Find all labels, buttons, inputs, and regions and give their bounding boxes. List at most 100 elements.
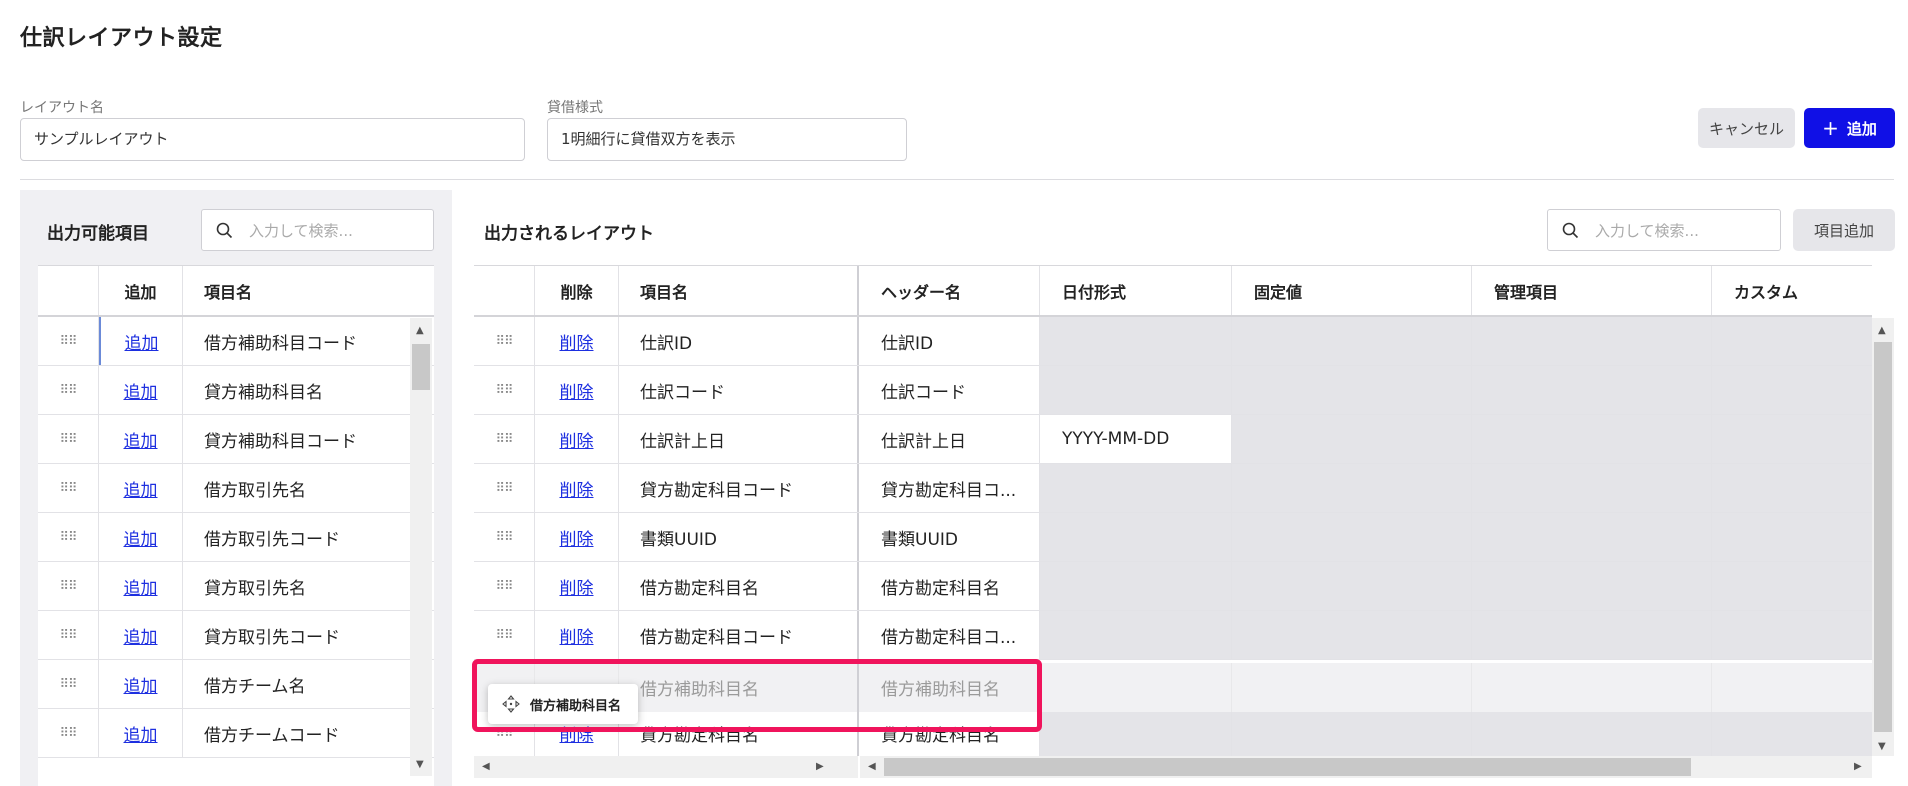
available-row[interactable]: ⠿⠿ 追加 貸方補助科目名 (38, 366, 434, 415)
drag-handle-icon[interactable]: ⠿⠿ (474, 415, 535, 463)
debit-credit-select[interactable]: 1明細行に貸借双方を表示 (547, 118, 907, 161)
delete-link[interactable]: 削除 (535, 366, 619, 414)
delete-link[interactable]: 削除 (535, 464, 619, 512)
date-format-cell[interactable] (1040, 464, 1232, 512)
output-row[interactable]: ⠿⠿ 削除 仕訳コード 仕訳コード (474, 366, 1872, 415)
available-row[interactable]: ⠿⠿ 追加 借方取引先名 (38, 464, 434, 513)
add-button[interactable]: + 追加 (1804, 108, 1895, 148)
add-link[interactable]: 追加 (99, 317, 183, 365)
output-scrollbar[interactable]: ▲ ▼ (1872, 318, 1894, 756)
output-search-input[interactable]: 入力して検索... (1547, 209, 1781, 251)
page-title: 仕訳レイアウト設定 (20, 26, 223, 51)
scroll-right-icon[interactable]: ▶ (816, 762, 824, 772)
output-item-name: 仕訳ID (619, 317, 859, 365)
scroll-left-icon[interactable]: ◀ (868, 762, 876, 772)
available-row[interactable]: ⠿⠿ 追加 借方補助科目コード (38, 317, 434, 366)
available-items-title: 出力可能項目 (47, 224, 149, 244)
available-item-name: 貸方補助科目名 (204, 382, 323, 403)
output-scrollbar-thumb[interactable] (1874, 342, 1892, 732)
available-table: 追加 項目名 ⠿⠿ 追加 借方補助科目コード ⠿⠿ 追加 貸方補助科目名 ⠿⠿ 追加 貸方補助科… (38, 265, 434, 786)
output-row[interactable]: ⠿⠿ 削除 書類UUID 書類UUID (474, 513, 1872, 562)
output-fixed-hscrollbar[interactable]: ◀ ▶ (474, 756, 858, 778)
drag-handle-icon[interactable]: ⠿⠿ (38, 562, 99, 610)
header-name-cell[interactable]: 借方勘定科目コ... (859, 611, 1040, 659)
output-row[interactable]: ⠿⠿ 削除 仕訳計上日 仕訳計上日 YYYY-MM-DD (474, 415, 1872, 464)
custom-cell (1712, 562, 1872, 610)
available-row[interactable]: ⠿⠿ 追加 貸方取引先名 (38, 562, 434, 611)
drag-handle-icon[interactable]: ⠿⠿ (38, 660, 99, 708)
header-name-cell[interactable]: 書類UUID (859, 513, 1040, 561)
add-link[interactable]: 追加 (99, 660, 183, 708)
custom-cell (1712, 464, 1872, 512)
output-row[interactable]: ⠿⠿ 削除 借方勘定科目コード 借方勘定科目コ... (474, 611, 1872, 660)
header-name-cell[interactable]: 仕訳ID (859, 317, 1040, 365)
available-row[interactable]: ⠿⠿ 追加 借方取引先コード (38, 513, 434, 562)
drag-handle-icon[interactable]: ⠿⠿ (38, 317, 99, 365)
date-format-cell[interactable] (1040, 513, 1232, 561)
drag-handle-icon[interactable]: ⠿⠿ (38, 709, 99, 757)
delete-link[interactable]: 削除 (535, 611, 619, 659)
add-item-button[interactable]: 項目追加 (1793, 209, 1895, 251)
delete-link[interactable]: 削除 (535, 513, 619, 561)
scroll-down-icon[interactable]: ▼ (1878, 742, 1886, 752)
drag-handle-icon[interactable]: ⠿⠿ (474, 317, 535, 365)
drag-handle-icon[interactable]: ⠿⠿ (474, 611, 535, 659)
drag-handle-icon[interactable]: ⠿⠿ (38, 464, 99, 512)
output-hscrollbar-thumb[interactable] (884, 758, 1691, 776)
header-name-cell[interactable]: 貸方勘定科目コ... (859, 464, 1040, 512)
drag-handle-icon[interactable]: ⠿⠿ (474, 562, 535, 610)
drag-handle-icon[interactable]: ⠿⠿ (38, 415, 99, 463)
available-row[interactable]: ⠿⠿ 追加 貸方補助科目コード (38, 415, 434, 464)
add-link[interactable]: 追加 (99, 513, 183, 561)
drag-handle-icon[interactable]: ⠿⠿ (474, 366, 535, 414)
drag-chip[interactable]: 借方補助科目名 (488, 684, 638, 724)
scroll-right-icon[interactable]: ▶ (1854, 762, 1862, 772)
available-scrollbar-thumb[interactable] (412, 344, 430, 390)
add-link[interactable]: 追加 (99, 366, 183, 414)
drag-handle-icon[interactable]: ⠿⠿ (474, 464, 535, 512)
date-format-cell[interactable] (1040, 562, 1232, 610)
drag-chip-label: 借方補助科目名 (530, 698, 622, 714)
header-name-cell[interactable]: 仕訳計上日 (859, 415, 1040, 463)
layout-name-input[interactable]: サンプルレイアウト (20, 118, 525, 161)
scroll-left-icon[interactable]: ◀ (482, 762, 490, 772)
delete-link[interactable]: 削除 (535, 562, 619, 610)
output-row[interactable]: ⠿⠿ 削除 貸方勘定科目コード 貸方勘定科目コ... (474, 464, 1872, 513)
fixed-value-cell (1232, 513, 1472, 561)
available-search-input[interactable]: 入力して検索... (201, 209, 434, 251)
drag-handle-icon[interactable]: ⠿⠿ (38, 513, 99, 561)
available-scrollbar[interactable]: ▲ ▼ (410, 318, 432, 776)
output-hscrollbar[interactable]: ◀ ▶ (860, 756, 1872, 778)
date-format-cell[interactable] (1040, 317, 1232, 365)
scroll-up-icon[interactable]: ▲ (1878, 326, 1886, 336)
add-link[interactable]: 追加 (99, 709, 183, 757)
add-link[interactable]: 追加 (99, 464, 183, 512)
drag-handle-icon[interactable]: ⠿⠿ (474, 513, 535, 561)
add-link[interactable]: 追加 (99, 611, 183, 659)
scroll-up-icon[interactable]: ▲ (416, 326, 424, 336)
fixed-value-cell (1232, 464, 1472, 512)
output-row[interactable]: ⠿⠿ 削除 貸方勘定科目名 貸方勘定科目名 (474, 709, 1872, 756)
date-format-cell[interactable] (1040, 366, 1232, 414)
cancel-button[interactable]: キャンセル (1698, 108, 1795, 148)
header-name-cell[interactable]: 貸方勘定科目名 (859, 709, 1040, 756)
header-name-cell[interactable]: 借方勘定科目名 (859, 562, 1040, 610)
output-row[interactable]: ⠿⠿ 削除 仕訳ID 仕訳ID (474, 317, 1872, 366)
add-link[interactable]: 追加 (99, 562, 183, 610)
output-layout-title: 出力されるレイアウト (484, 224, 654, 244)
delete-link[interactable]: 削除 (535, 317, 619, 365)
drag-handle-icon[interactable]: ⠿⠿ (38, 611, 99, 659)
output-row[interactable]: ⠿⠿ 削除 借方勘定科目名 借方勘定科目名 (474, 562, 1872, 611)
drag-handle-icon[interactable]: ⠿⠿ (38, 366, 99, 414)
available-row[interactable]: ⠿⠿ 追加 借方チームコード (38, 709, 434, 758)
add-link[interactable]: 追加 (99, 415, 183, 463)
delete-link[interactable]: 削除 (535, 415, 619, 463)
date-format-cell[interactable] (1040, 709, 1232, 756)
date-format-cell[interactable]: YYYY-MM-DD (1040, 415, 1232, 463)
date-format-cell[interactable] (1040, 611, 1232, 659)
management-item-cell (1472, 611, 1712, 659)
header-name-cell[interactable]: 仕訳コード (859, 366, 1040, 414)
available-row[interactable]: ⠿⠿ 追加 借方チーム名 (38, 660, 434, 709)
scroll-down-icon[interactable]: ▼ (416, 760, 424, 770)
available-row[interactable]: ⠿⠿ 追加 貸方取引先コード (38, 611, 434, 660)
